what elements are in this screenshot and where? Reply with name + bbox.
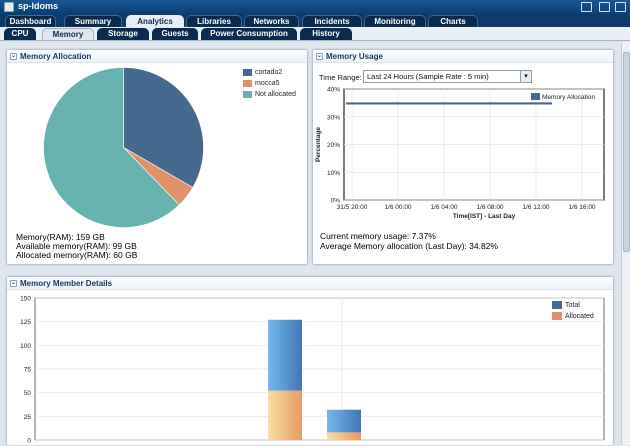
collapse-chevron-icon[interactable]: ⌄ (10, 280, 17, 287)
memory-allocation-title: Memory Allocation (20, 52, 92, 61)
memory-allocation-panel: ⌄ Memory Allocation cortado2 mocca5 Not … (6, 49, 308, 265)
collapse-chevron-icon[interactable]: ⌄ (10, 53, 17, 60)
tab-power-consumption[interactable]: Power Consumption (201, 28, 297, 40)
legend-swatch (552, 301, 562, 310)
y-axis-label: Percentage (315, 127, 322, 162)
tab-history[interactable]: History (300, 28, 352, 40)
legend-label: Not allocated (255, 91, 296, 98)
memory-usage-title: Memory Usage (326, 52, 383, 61)
vertical-scrollbar[interactable] (621, 42, 630, 445)
memory-usage-line-chart: 0%10%20%30%40%31/5 20:00 1/6 00:00 1/6 04:… (315, 87, 605, 220)
legend-item: Not allocated (243, 89, 296, 100)
tab-incidents[interactable]: Incidents (302, 15, 362, 27)
bar-total[interactable] (327, 409, 361, 433)
y-tick-label: 50 (24, 390, 32, 397)
x-tick-label: 1/6 04:00 (430, 204, 457, 211)
x-tick-label: 1/6 08:00 (476, 204, 503, 211)
collapse-icon[interactable] (615, 2, 626, 12)
bar-allocated[interactable] (327, 432, 361, 440)
y-tick-label: 150 (20, 296, 31, 303)
legend-swatch (243, 68, 252, 76)
tab-guests[interactable]: Guests (152, 28, 198, 40)
y-tick-label: 100 (20, 343, 31, 350)
y-tick-label: 25 (24, 414, 32, 421)
bar-total[interactable] (268, 319, 302, 391)
tab-cpu[interactable]: CPU (4, 28, 36, 40)
tab-networks[interactable]: Networks (244, 15, 299, 27)
legend-label: Total (565, 302, 580, 309)
chevron-down-icon[interactable]: ▾ (520, 71, 531, 82)
y-tick-label: 125 (20, 319, 31, 326)
y-tick-label: 20% (327, 142, 340, 149)
tab-dashboard[interactable]: Dashboard (5, 15, 56, 27)
legend-swatch (243, 79, 252, 87)
x-tick-label: 1/6 16:00 (568, 204, 595, 211)
app-icon (4, 2, 14, 12)
legend-swatch (552, 312, 562, 321)
legend-swatch (243, 90, 252, 98)
tab-memory[interactable]: Memory (42, 28, 94, 40)
bar-legend: Total Allocated (552, 300, 594, 322)
tab-storage[interactable]: Storage (97, 28, 149, 40)
legend-label: Allocated (565, 313, 594, 320)
edit-icon[interactable] (581, 2, 592, 12)
memory-pie-chart (43, 67, 204, 228)
window-title: sp-ldoms (18, 1, 59, 11)
sync-icon[interactable] (599, 2, 610, 12)
main-tab-bar: Dashboard Summary Analytics Libraries Ne… (0, 14, 630, 27)
member-details-panel: ⌄ Memory Member Details 0 25 50 75 100 125 150… (6, 276, 614, 445)
y-tick-label: 10% (327, 170, 340, 177)
allocated-memory-text: Allocated memory(RAM): 60 GB (16, 250, 138, 260)
x-tick-label: 1/6 00:00 (384, 204, 411, 211)
member-details-title: Memory Member Details (20, 279, 113, 288)
member-bar-chart: 0 25 50 75 100 125 150 (20, 296, 605, 445)
y-tick-label: 40% (327, 87, 340, 94)
y-tick-label: 75 (24, 367, 32, 374)
tab-monitoring[interactable]: Monitoring (364, 15, 426, 27)
member-details-header: ⌄ Memory Member Details (7, 277, 613, 290)
tab-summary[interactable]: Summary (64, 15, 122, 27)
tab-charts[interactable]: Charts (428, 15, 478, 27)
x-axis-label: Time[IST] - Last Day (453, 213, 516, 220)
legend-item: mocca5 (243, 78, 296, 89)
x-tick-label: 31/5 20:00 (337, 204, 368, 211)
pie-legend: cortado2 mocca5 Not allocated (243, 67, 296, 100)
memory-allocation-header: ⌄ Memory Allocation (7, 50, 307, 63)
bar-allocated[interactable] (268, 390, 302, 440)
sub-tab-bar: CPU Memory Storage Guests Power Consumpt… (0, 27, 630, 41)
legend-swatch (531, 93, 540, 100)
avg-allocation-text: Average Memory allocation (Last Day): 34… (320, 241, 498, 251)
time-range-value: Last 24 Hours (Sample Rate : 5 min) (367, 72, 489, 81)
current-usage-text: Current memory usage: 7.37% (320, 231, 436, 241)
tab-analytics[interactable]: Analytics (126, 15, 184, 27)
legend-label: mocca5 (255, 80, 280, 87)
y-tick-label: 0 (27, 438, 31, 445)
legend-item: Allocated (552, 311, 594, 322)
scrollbar-thumb[interactable] (623, 52, 630, 252)
collapse-chevron-icon[interactable]: ⌄ (316, 53, 323, 60)
legend-label: cortado2 (255, 69, 283, 76)
tab-libraries[interactable]: Libraries (186, 15, 242, 27)
title-bar: sp-ldoms (0, 0, 630, 14)
memory-usage-header: ⌄ Memory Usage (313, 50, 613, 63)
legend-item: Total (552, 300, 594, 311)
time-range-label: Time Range: (319, 73, 362, 82)
legend-label: Memory Allocation (542, 94, 595, 101)
time-range-select[interactable]: Last 24 Hours (Sample Rate : 5 min) ▾ (363, 70, 532, 83)
legend-item: cortado2 (243, 67, 296, 78)
y-tick-label: 30% (327, 114, 340, 121)
memory-usage-panel: ⌄ Memory Usage Time Range: Last 24 Hours… (312, 49, 614, 265)
x-tick-label: 1/6 12:00 (522, 204, 549, 211)
